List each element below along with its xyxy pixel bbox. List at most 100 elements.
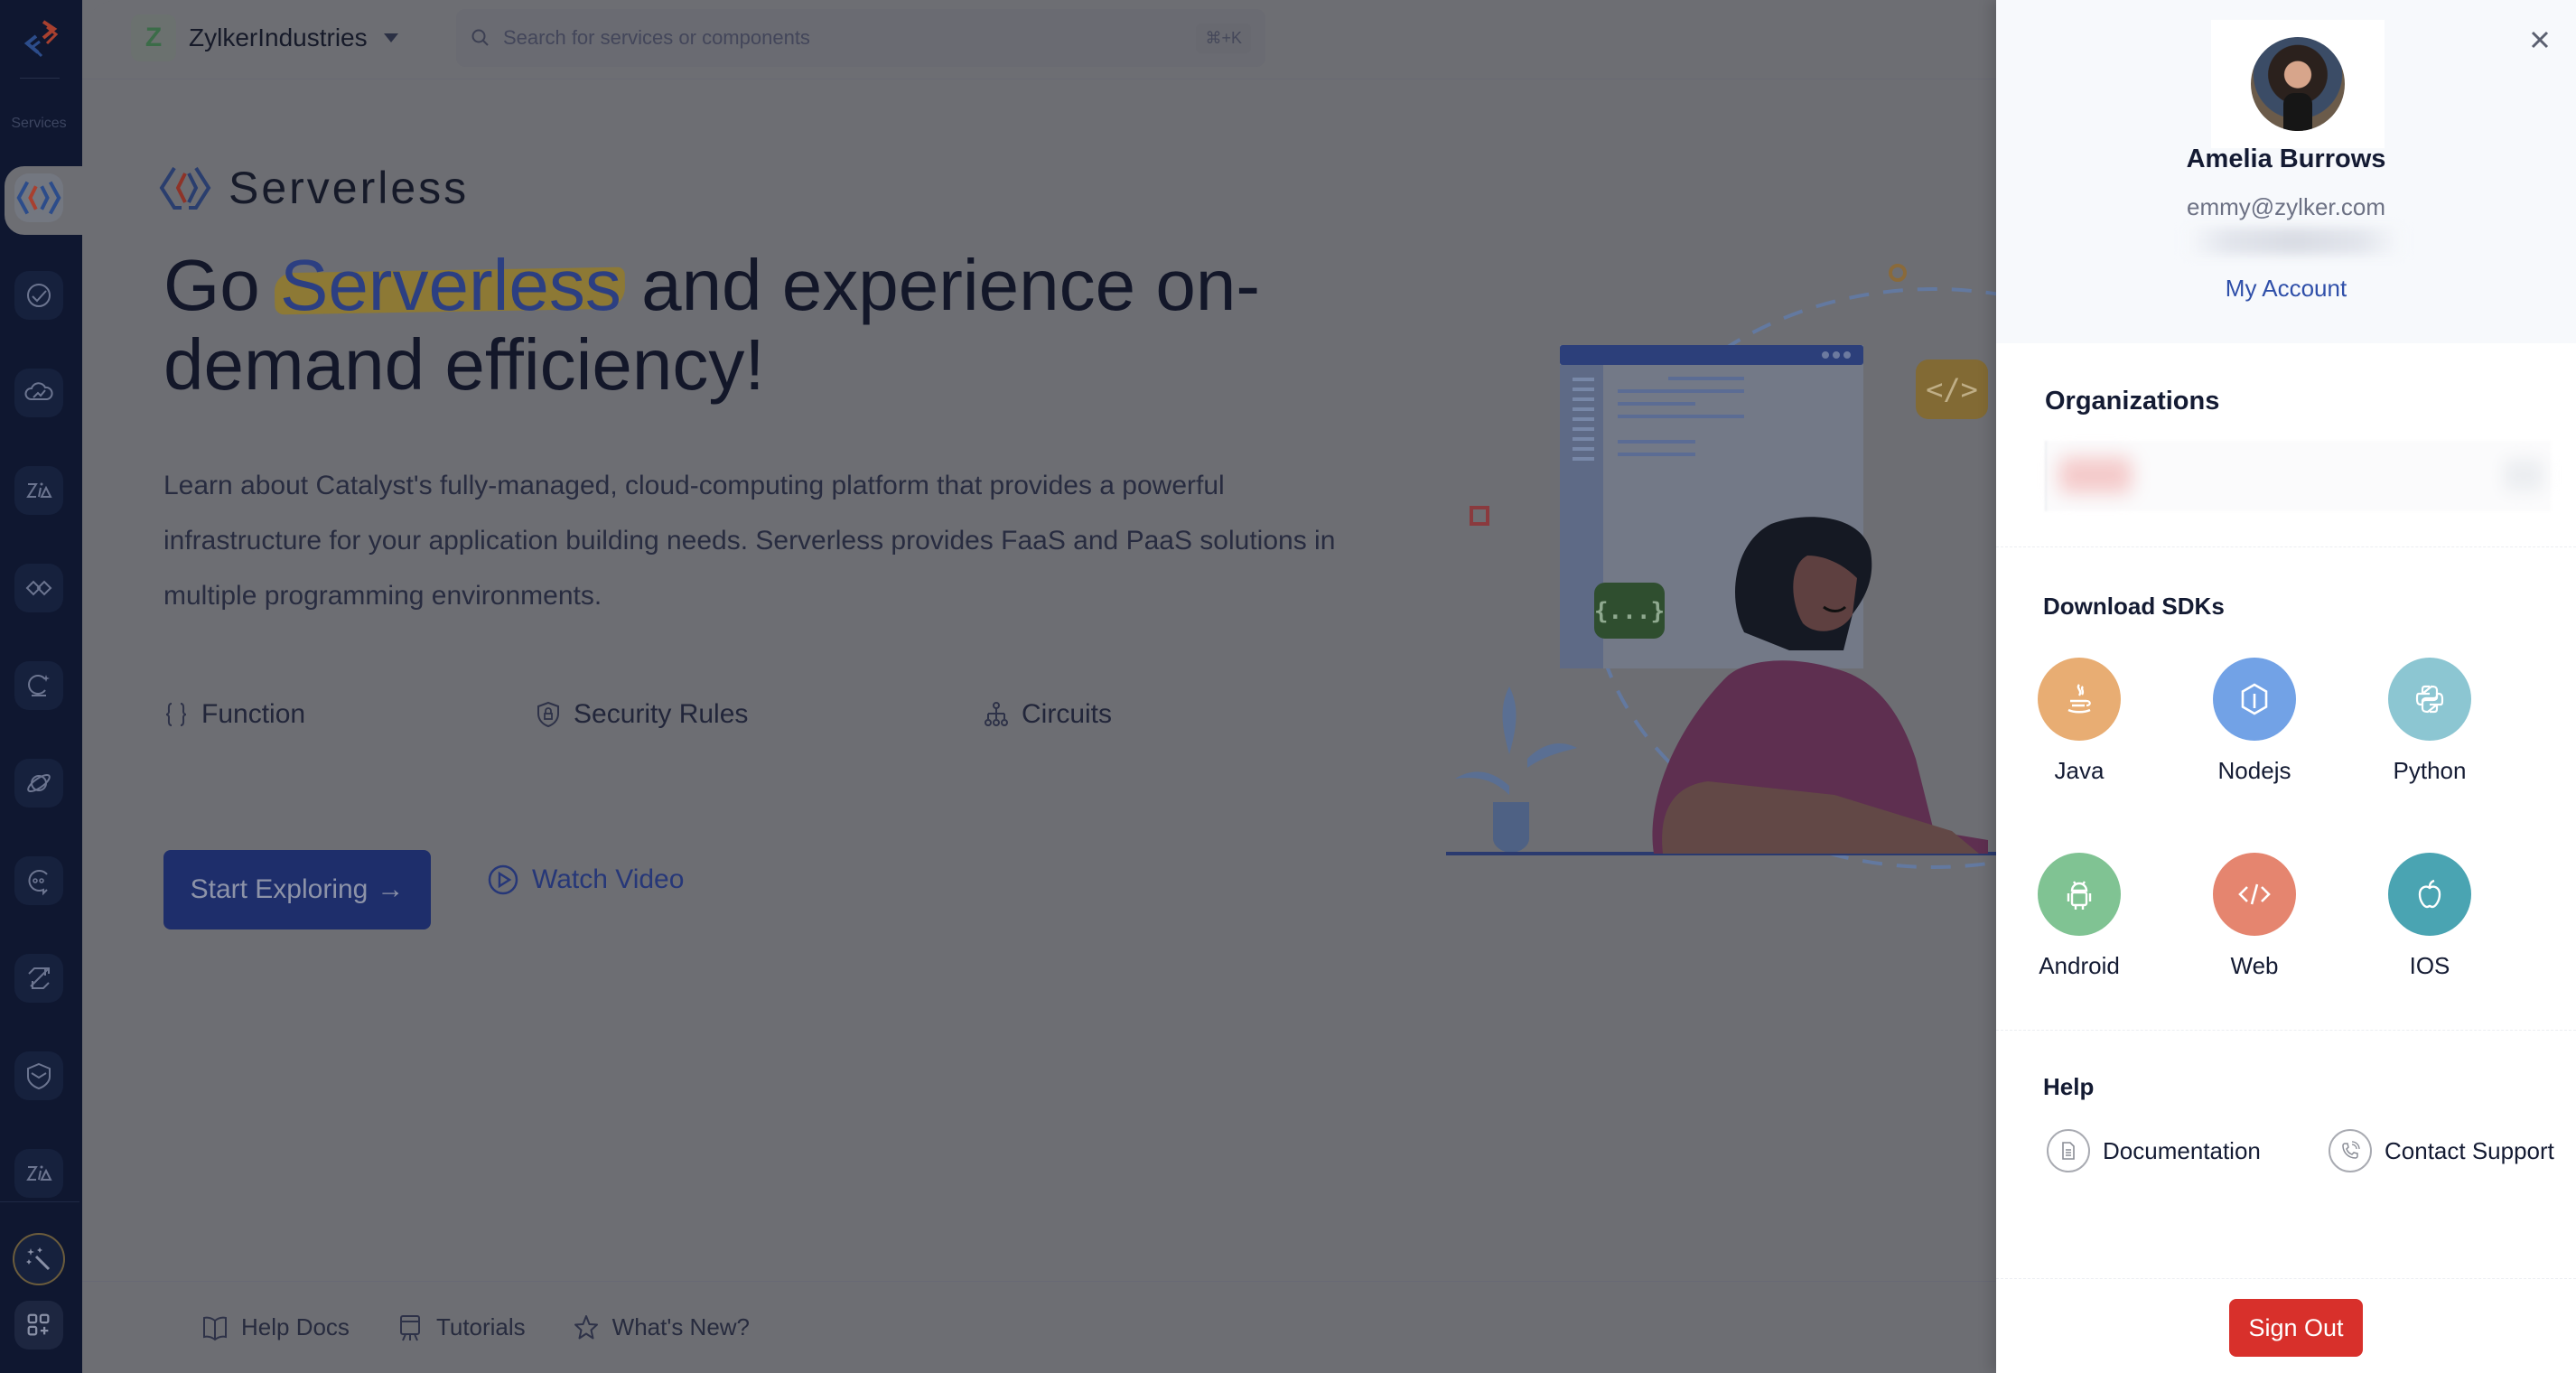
sdk-icon-circle bbox=[2038, 658, 2121, 741]
java-icon bbox=[2067, 684, 2091, 714]
sdk-label: Web bbox=[2230, 952, 2279, 979]
sidebar-item-zia[interactable] bbox=[14, 466, 63, 515]
start-exploring-button[interactable]: Start Exploring → bbox=[163, 850, 431, 929]
hierarchy-icon bbox=[985, 702, 1008, 726]
sidebar-divider bbox=[20, 78, 60, 79]
braces-icon bbox=[165, 703, 187, 726]
sdk-label: Java bbox=[2054, 757, 2105, 784]
catalyst-logo-icon[interactable] bbox=[16, 14, 67, 65]
sign-out-button[interactable]: Sign Out bbox=[2229, 1299, 2363, 1357]
org-avatar: Z bbox=[131, 14, 176, 61]
svg-text:{...}: {...} bbox=[1594, 598, 1665, 625]
shield-lock-icon bbox=[537, 701, 559, 728]
nodejs-icon bbox=[2241, 683, 2268, 715]
sdk-label: Android bbox=[2039, 952, 2120, 979]
sdk-android[interactable]: Android bbox=[2025, 853, 2133, 980]
search-input[interactable] bbox=[503, 26, 1197, 50]
organizations-title: Organizations bbox=[2045, 387, 2220, 416]
sidebar-item-cloudscale[interactable] bbox=[14, 271, 63, 320]
user-email: emmy@zylker.com bbox=[2187, 193, 2385, 220]
sidebar-item-jobs[interactable] bbox=[14, 759, 63, 808]
hero-headline: Go Serverless and experience on-demand e… bbox=[163, 246, 1338, 405]
feature-security-rules[interactable]: Security Rules bbox=[536, 699, 984, 730]
my-account-link[interactable]: My Account bbox=[1996, 275, 2576, 303]
check-cycle-icon bbox=[27, 284, 51, 307]
sdk-web[interactable]: Web bbox=[2200, 853, 2309, 980]
sidebar-item-integrations[interactable] bbox=[14, 564, 63, 612]
search-bar[interactable]: ⌘+K bbox=[456, 9, 1265, 67]
star-icon bbox=[574, 1314, 598, 1339]
chevron-down-icon bbox=[383, 33, 398, 42]
button-label: Watch Video bbox=[532, 864, 685, 894]
contact-support-link[interactable]: Contact Support bbox=[2329, 1129, 2554, 1172]
search-icon bbox=[471, 29, 489, 46]
sdk-icon-circle bbox=[2388, 853, 2471, 936]
plant-graphic bbox=[1455, 686, 1577, 853]
json-badge: {...} bbox=[1594, 583, 1665, 639]
footer-link-label: Tutorials bbox=[435, 1313, 526, 1340]
user-name: Amelia Burrows bbox=[2186, 145, 2386, 173]
sidebar-item-devops[interactable] bbox=[14, 369, 63, 417]
sidebar-item-pipelines[interactable] bbox=[14, 954, 63, 1003]
crystal-ball-icon bbox=[28, 675, 50, 696]
serverless-icon bbox=[16, 181, 61, 215]
help-link-label: Documentation bbox=[2103, 1136, 2261, 1164]
search-shortcut: ⌘+K bbox=[1196, 23, 1251, 53]
organization-item[interactable] bbox=[2045, 441, 2551, 511]
shield-icon bbox=[27, 1062, 51, 1090]
whats-new-link[interactable]: What's New? bbox=[573, 1313, 750, 1342]
download-sdks-title: Download SDKs bbox=[2043, 593, 2225, 620]
help-link-label: Contact Support bbox=[2385, 1136, 2554, 1164]
feature-function[interactable]: Function bbox=[163, 699, 536, 730]
org-switcher[interactable]: Z ZylkerIndustries bbox=[131, 14, 398, 61]
hero-illustration: </> {...} bbox=[1446, 264, 2078, 869]
footer-links: Help Docs Tutorials What's New? bbox=[82, 1281, 1996, 1373]
avatar-frame bbox=[2211, 20, 2385, 148]
zia-icon bbox=[26, 1165, 52, 1181]
sdk-icon-circle bbox=[2038, 853, 2121, 936]
sidebar-item-zia-services[interactable] bbox=[14, 1149, 63, 1198]
magic-wand-icon bbox=[26, 1247, 51, 1271]
sidebar-item-quickml[interactable] bbox=[14, 661, 63, 710]
planet-icon bbox=[27, 773, 51, 793]
sdk-python[interactable]: Python bbox=[2375, 658, 2484, 785]
hero-description: Learn about Catalyst's fully-managed, cl… bbox=[163, 471, 1336, 611]
sidebar-item-security[interactable] bbox=[14, 1051, 63, 1100]
ring bbox=[2047, 1129, 2090, 1172]
product-name: Serverless bbox=[229, 163, 470, 213]
ring bbox=[2329, 1129, 2372, 1172]
serverless-logo-icon bbox=[159, 166, 211, 210]
cloud-chart-icon bbox=[24, 382, 53, 400]
profile-panel: Amelia Burrows emmy@zylker.com My Accoun… bbox=[1996, 0, 2576, 1373]
add-service-button[interactable] bbox=[14, 1301, 63, 1350]
sdk-ios[interactable]: IOS bbox=[2375, 853, 2484, 980]
help-docs-link[interactable]: Help Docs bbox=[201, 1313, 350, 1342]
sdk-icon-circle bbox=[2213, 658, 2296, 741]
documentation-link[interactable]: Documentation bbox=[2047, 1129, 2261, 1172]
profile-section: Amelia Burrows emmy@zylker.com My Accoun… bbox=[1996, 0, 2576, 343]
sidebar-section-label: Services bbox=[11, 116, 67, 131]
sdk-icon-circle bbox=[2213, 853, 2296, 936]
tutorials-link[interactable]: Tutorials bbox=[397, 1313, 526, 1342]
decor-square bbox=[1470, 506, 1489, 526]
close-icon[interactable] bbox=[2525, 25, 2554, 54]
sidebar-item-serverless[interactable] bbox=[14, 173, 63, 222]
watch-video-button[interactable]: Watch Video bbox=[487, 864, 684, 896]
feature-label: Function bbox=[201, 699, 306, 729]
redacted-info bbox=[2186, 228, 2403, 255]
android-icon bbox=[2067, 881, 2092, 910]
product-header: Serverless bbox=[156, 159, 469, 217]
ai-assistant-button[interactable] bbox=[13, 1233, 65, 1285]
footer-link-label: Help Docs bbox=[241, 1313, 350, 1340]
feature-label: Circuits bbox=[1022, 699, 1113, 729]
sdk-icon-circle bbox=[2388, 658, 2471, 741]
feature-circuits[interactable]: Circuits bbox=[984, 699, 1112, 730]
sdk-label: Python bbox=[2393, 757, 2467, 784]
apple-icon bbox=[2418, 879, 2441, 909]
section-divider bbox=[1996, 1278, 2576, 1279]
handshake-icon bbox=[25, 580, 52, 596]
sidebar-item-signals[interactable] bbox=[14, 856, 63, 905]
decor-circle bbox=[1889, 264, 1907, 282]
sdk-java[interactable]: Java bbox=[2025, 658, 2133, 785]
sdk-nodejs[interactable]: Nodejs bbox=[2200, 658, 2309, 785]
